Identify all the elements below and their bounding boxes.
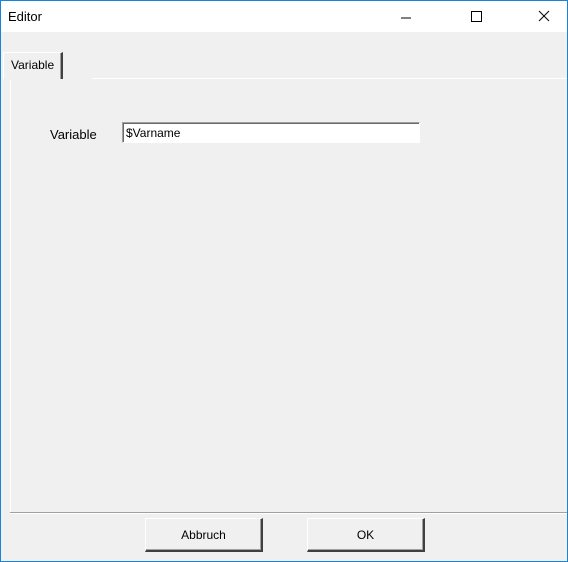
close-button[interactable] — [521, 1, 567, 32]
maximize-icon — [471, 11, 482, 22]
title-bar[interactable]: Editor — [1, 1, 567, 32]
tab-divider — [92, 78, 567, 79]
editor-window: Editor Variable Variable Abbruch OK — [0, 0, 568, 562]
window-title: Editor — [8, 9, 42, 24]
maximize-button[interactable] — [453, 1, 499, 32]
cancel-button[interactable]: Abbruch — [145, 518, 263, 552]
button-bar-divider-highlight — [10, 513, 567, 514]
tab-variable[interactable]: Variable — [3, 52, 64, 79]
content-left-edge — [10, 80, 11, 512]
minimize-button[interactable] — [383, 1, 429, 32]
ok-button[interactable]: OK — [307, 518, 425, 552]
minimize-icon — [401, 17, 411, 19]
variable-input[interactable] — [122, 122, 420, 143]
variable-label: Variable — [50, 127, 97, 142]
tab-strip: Variable — [1, 32, 567, 80]
close-icon — [538, 10, 550, 22]
